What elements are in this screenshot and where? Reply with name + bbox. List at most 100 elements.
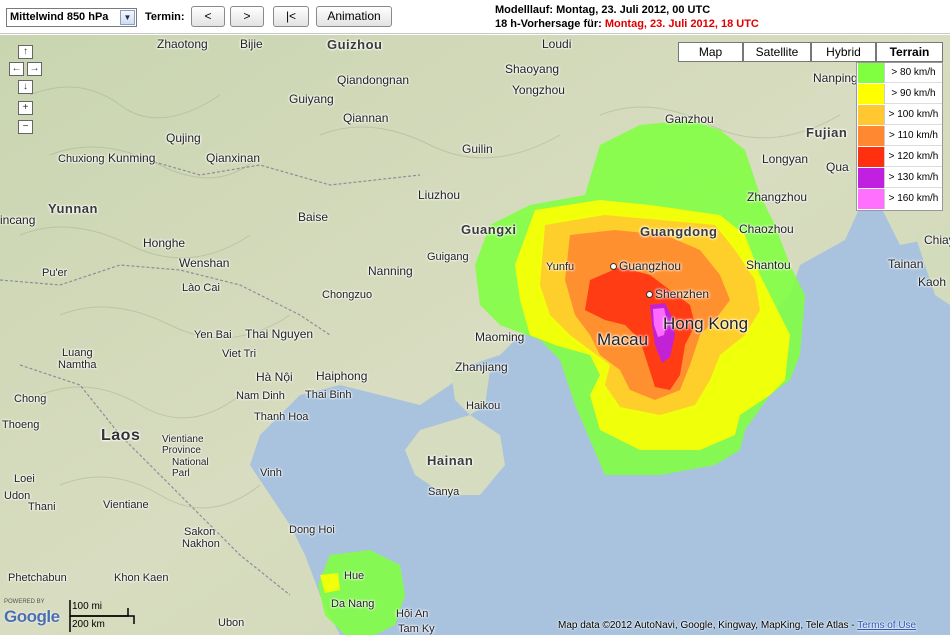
place-guilin: Guilin [462,142,493,156]
maptype-satellite-button[interactable]: Satellite [743,42,811,62]
chevron-down-icon[interactable]: ▼ [120,10,135,25]
place-zhaotong: Zhaotong [157,37,208,51]
place-nanping: Nanping [813,71,858,85]
place-hoian: Hội An [396,608,429,620]
place-nakhon: Nakhon [182,538,220,550]
place-namdinh: Nam Dinh [236,390,285,402]
place-namtha: Namtha [58,359,97,371]
city-dot-icon [610,263,617,271]
legend-swatch [858,105,884,125]
place-zhangzhou: Zhangzhou [747,190,808,204]
next-button[interactable]: > [230,6,264,27]
place-donghoi: Dong Hoi [289,524,335,536]
legend-swatch [858,126,884,146]
place-khonkaen: Khon Kaen [114,572,169,584]
legend-label: > 90 km/h [884,84,942,104]
google-logo[interactable]: Google [4,607,60,627]
forecast-info: 18 h-Vorhersage für: Montag, 23. Juli 20… [495,18,759,30]
legend-row: > 80 km/h [858,63,942,83]
legend-row: > 130 km/h [858,168,942,188]
place-chiayi: Chiay [924,233,950,247]
legend-row: > 120 km/h [858,147,942,167]
model-run-info: Modelllauf: Montag, 23. Juli 2012, 00 UT… [495,4,711,16]
first-button[interactable]: |< [273,6,309,27]
legend-label: > 120 km/h [884,147,942,167]
place-quanzhou: Qua [826,160,849,174]
place-tainan: Tainan [888,257,924,271]
place-chaozhou: Chaozhou [739,222,794,236]
place-maoming: Maoming [475,330,525,344]
place-nanning: Nanning [368,264,413,278]
place-vientiane: Vientiane [103,499,149,511]
place-vientiane-prov: Vientiane [162,434,204,445]
place-guangxi: Guangxi [461,222,517,237]
place-vinh: Vinh [260,467,282,479]
place-shenzhen: Shenzhen [646,287,709,301]
place-thainguyen: Thai Nguyen [245,327,314,341]
wind-zone-80-vietnam [318,550,405,635]
place-shantou: Shantou [746,258,791,272]
place-sakon: Sakon [184,526,216,538]
legend-row: > 90 km/h [858,84,942,104]
maptype-hybrid-button[interactable]: Hybrid [811,42,876,62]
place-thani: Thani [28,501,56,513]
place-honghe: Honghe [143,236,186,250]
copyright-text: Map data ©2012 AutoNavi, Google, Kingway… [558,620,858,631]
place-ganzhou: Ganzhou [665,112,714,126]
place-laos: Laos [101,427,141,444]
wind-speed-legend: > 80 km/h > 90 km/h > 100 km/h > 110 km/… [856,62,943,211]
place-laocai: Lào Cai [182,282,220,294]
legend-label: > 130 km/h [884,168,942,188]
prev-button[interactable]: < [191,6,225,27]
legend-label: > 160 km/h [884,189,942,209]
place-parl: Parl [172,468,190,479]
terms-of-use-link[interactable]: Terms of Use [857,620,916,631]
place-hainan: Hainan [427,453,474,468]
place-yunnan: Yunnan [48,201,98,216]
legend-swatch [858,63,884,83]
legend-swatch [858,168,884,188]
termin-label: Termin: [145,11,185,23]
place-shenzhen-label: Shenzhen [655,287,710,301]
place-guangzhou: Guangzhou [610,259,681,273]
place-chongzuo: Chongzuo [322,289,373,301]
place-longyan: Longyan [762,152,809,166]
place-danang: Da Nang [331,598,375,610]
place-tamky: Tam Ky [398,623,435,635]
pan-left-button[interactable]: ← [9,62,24,76]
place-baise: Baise [298,210,329,224]
maptype-map-button[interactable]: Map [678,42,743,62]
powered-by-text: POWERED BY [4,599,45,605]
place-yunfu: Yunfu [546,261,575,273]
place-loei: Loei [14,473,35,485]
zoom-in-button[interactable]: + [18,101,33,115]
place-loudi: Loudi [542,37,572,51]
pan-down-button[interactable]: ↓ [18,80,33,94]
place-hongkong: Hong Kong [663,314,749,333]
place-province: Province [162,445,201,456]
zoom-out-button[interactable]: − [18,120,33,134]
animation-button[interactable]: Animation [316,6,392,27]
city-dot-icon [646,291,653,299]
place-haikou: Haikou [466,400,501,412]
place-guangdong: Guangdong [640,224,718,239]
place-thanhhoa: Thanh Hoa [254,411,309,423]
maptype-terrain-button[interactable]: Terrain [876,42,943,62]
place-hue: Hue [344,570,365,582]
place-national: National [172,457,209,468]
pan-right-button[interactable]: → [27,62,42,76]
pan-up-button[interactable]: ↑ [18,45,33,59]
place-guangzhou-label: Guangzhou [619,259,682,273]
scale-bar [69,600,135,632]
place-shaoyang: Shaoyang [505,62,560,76]
legend-label: > 80 km/h [884,63,942,83]
map-canvas[interactable]: ↑ ← → ↓ + − Zhaotong Bijie Guizhou Loudi… [0,35,950,635]
layer-select-value: Mittelwind 850 hPa [10,11,109,23]
place-liuzhou: Liuzhou [418,188,461,202]
place-chuxiong: Chuxiong [58,153,105,165]
legend-swatch [858,84,884,104]
place-zhanjiang: Zhanjiang [455,360,508,374]
legend-row: > 110 km/h [858,126,942,146]
legend-row: > 100 km/h [858,105,942,125]
layer-select[interactable]: Mittelwind 850 hPa ▼ [6,8,137,27]
